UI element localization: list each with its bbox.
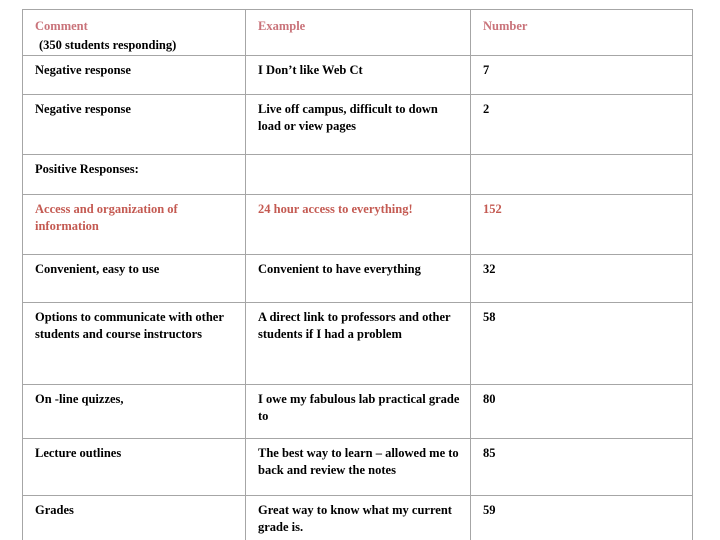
cell-comment: Negative response xyxy=(22,55,246,96)
slide-canvas: Comment (350 students responding) Exampl… xyxy=(0,0,720,540)
cell-example xyxy=(245,154,471,196)
cell-example: I Don’t like Web Ct xyxy=(245,55,471,96)
cell-number xyxy=(470,154,693,196)
table-row: Positive Responses: xyxy=(22,154,693,196)
column-header-comment-label: Comment xyxy=(35,19,88,33)
cell-number: 152 xyxy=(470,194,693,256)
cell-number: 59 xyxy=(470,495,693,540)
cell-example: The best way to learn – allowed me to ba… xyxy=(245,438,471,497)
cell-number: 32 xyxy=(470,254,693,304)
cell-comment: Access and organization of information xyxy=(22,194,246,256)
table-row: Negative response I Don’t like Web Ct 7 xyxy=(22,55,693,96)
cell-number: 58 xyxy=(470,302,693,386)
cell-comment: On -line quizzes, xyxy=(22,384,246,440)
cell-example: 24 hour access to everything! xyxy=(245,194,471,256)
cell-comment: Convenient, easy to use xyxy=(22,254,246,304)
cell-example: Convenient to have everything xyxy=(245,254,471,304)
cell-comment: Grades xyxy=(22,495,246,540)
table-row: On -line quizzes, I owe my fabulous lab … xyxy=(22,384,693,440)
cell-comment: Positive Responses: xyxy=(22,154,246,196)
table-row: Options to communicate with other studen… xyxy=(22,302,693,386)
column-header-number: Number xyxy=(470,8,693,57)
cell-comment: Lecture outlines xyxy=(22,438,246,497)
table-header-row: Comment (350 students responding) Exampl… xyxy=(22,8,693,57)
student-comments-table: Comment (350 students responding) Exampl… xyxy=(22,8,693,540)
cell-comment: Options to communicate with other studen… xyxy=(22,302,246,386)
column-header-comment: Comment (350 students responding) xyxy=(22,8,246,57)
column-header-example: Example xyxy=(245,8,471,57)
column-header-example-label: Example xyxy=(258,19,306,33)
table-row: Negative response Live off campus, diffi… xyxy=(22,94,693,156)
cell-number: 2 xyxy=(470,94,693,156)
table-row: Lecture outlines The best way to learn –… xyxy=(22,438,693,497)
cell-example: Great way to know what my current grade … xyxy=(245,495,471,540)
cell-comment: Negative response xyxy=(22,94,246,156)
cell-number: 7 xyxy=(470,55,693,96)
cell-example: I owe my fabulous lab practical grade to xyxy=(245,384,471,440)
table-row: Access and organization of information 2… xyxy=(22,194,693,256)
table-row: Grades Great way to know what my current… xyxy=(22,495,693,540)
cell-number: 85 xyxy=(470,438,693,497)
column-header-number-label: Number xyxy=(483,19,528,33)
table-row: Convenient, easy to use Convenient to ha… xyxy=(22,254,693,304)
column-header-comment-subnote: (350 students responding) xyxy=(39,37,177,52)
cell-example: Live off campus, difficult to down load … xyxy=(245,94,471,156)
cell-number: 80 xyxy=(470,384,693,440)
cell-example: A direct link to professors and other st… xyxy=(245,302,471,386)
